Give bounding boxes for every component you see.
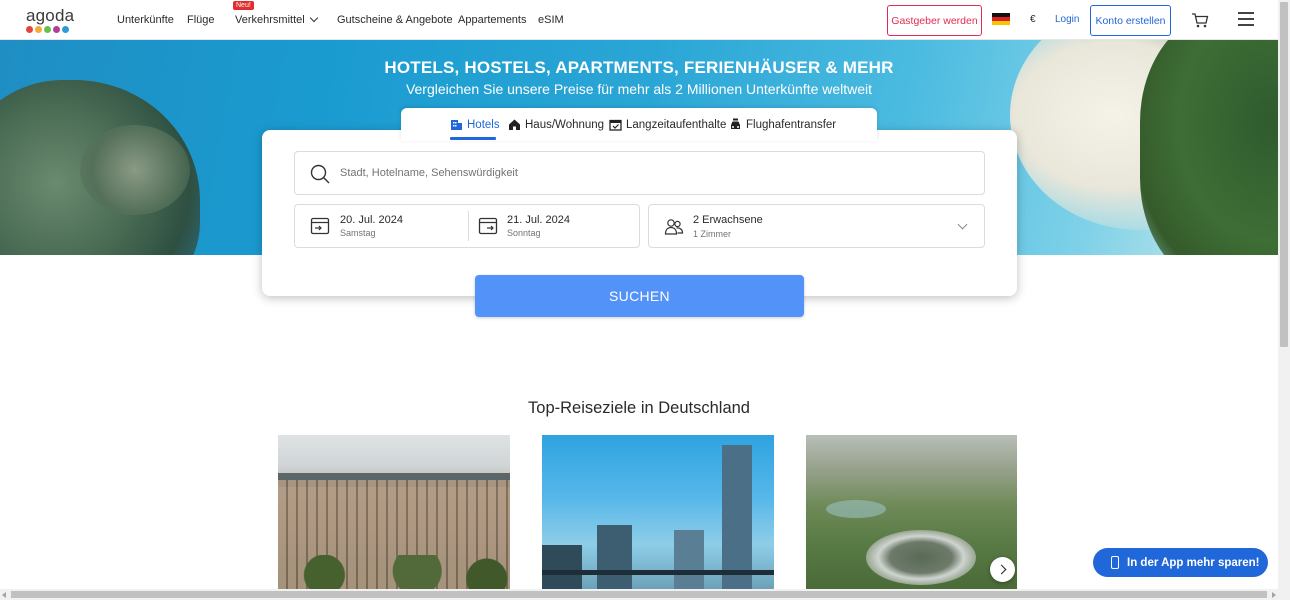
- hotel-icon: [451, 120, 462, 130]
- destination-search-input[interactable]: Stadt, Hotelname, Sehenswürdigkeit: [294, 151, 985, 195]
- chevron-down-icon: [309, 13, 318, 23]
- tab-airport-transfer[interactable]: Flughafentransfer: [729, 118, 836, 131]
- check-out-calendar-icon: [478, 217, 498, 235]
- tab-house[interactable]: Haus/Wohnung: [508, 118, 604, 131]
- app-promo-label: In der App mehr sparen!: [1127, 556, 1260, 569]
- logo-dot: [44, 26, 51, 33]
- chevron-right-icon: [996, 564, 1006, 575]
- new-badge: Neu!: [233, 1, 254, 10]
- carousel-next-button[interactable]: [990, 557, 1015, 582]
- car-icon: [731, 118, 740, 129]
- tab-hotels-label: Hotels: [467, 118, 500, 131]
- search-icon: [310, 164, 330, 184]
- scroll-right-arrow[interactable]: [1272, 592, 1276, 598]
- app-promo-button[interactable]: In der App mehr sparen!: [1093, 548, 1268, 577]
- hamburger-menu-icon[interactable]: [1238, 12, 1254, 26]
- guests-rooms: 1 Zimmer: [693, 229, 731, 239]
- destination-card-frankfurt-image[interactable]: [542, 435, 774, 591]
- guests-adults: 2 Erwachsene: [693, 214, 763, 226]
- logo-text: agoda: [26, 6, 75, 25]
- stadium: [866, 530, 976, 585]
- horizontal-scrollbar[interactable]: [0, 589, 1278, 600]
- calendar-icon: [609, 119, 622, 131]
- check-in-field[interactable]: 20. Jul. 2024 Samstag: [340, 214, 403, 238]
- date-divider: [468, 211, 469, 241]
- check-out-day: Sonntag: [507, 228, 541, 238]
- house-icon: [509, 119, 520, 130]
- hero-subtitle: Vergleichen Sie unsere Preise für mehr a…: [405, 81, 873, 97]
- logo-dot: [35, 26, 42, 33]
- bridge: [542, 570, 774, 575]
- check-out-date: 21. Jul. 2024: [507, 214, 570, 226]
- nav-flights[interactable]: Flüge: [187, 14, 215, 26]
- hero-island-left-rocks: [80, 125, 190, 215]
- top-header: agoda Unterkünfte Flüge Verkehrsmittel N…: [0, 0, 1278, 40]
- skyscraper: [597, 525, 632, 591]
- nav-transport[interactable]: Verkehrsmittel: [235, 13, 318, 26]
- chevron-down-icon: [957, 219, 968, 230]
- logo-dot: [26, 26, 33, 33]
- skyscraper: [542, 545, 582, 591]
- nav-transport-label: Verkehrsmittel: [235, 14, 305, 26]
- logo-dot: [53, 26, 60, 33]
- tab-long-stays-label: Langzeitaufenthalte: [626, 118, 727, 131]
- tab-hotels[interactable]: Hotels: [450, 118, 500, 131]
- vertical-scrollbar[interactable]: [1278, 0, 1290, 600]
- logo-dots: [26, 26, 78, 33]
- lake: [826, 500, 886, 518]
- check-in-date: 20. Jul. 2024: [340, 214, 403, 226]
- tab-house-label: Haus/Wohnung: [525, 118, 605, 131]
- search-placeholder: Stadt, Hotelname, Sehenswürdigkeit: [340, 167, 518, 179]
- destination-card-munich-image[interactable]: [806, 435, 1017, 591]
- nav-accommodations[interactable]: Unterkünfte: [117, 14, 174, 26]
- nav-esim[interactable]: eSIM: [538, 14, 564, 26]
- scroll-left-arrow[interactable]: [2, 592, 6, 598]
- trees: [278, 555, 510, 591]
- search-button[interactable]: SUCHEN: [475, 275, 804, 317]
- page: agoda Unterkünfte Flüge Verkehrsmittel N…: [0, 0, 1290, 600]
- hero-title: HOTELS, HOSTELS, APARTMENTS, FERIENHÄUSE…: [384, 58, 894, 77]
- create-account-button[interactable]: Konto erstellen: [1090, 5, 1171, 36]
- agoda-logo[interactable]: agoda: [26, 7, 78, 35]
- nav-apartments[interactable]: Appartements: [458, 14, 526, 26]
- tab-airport-transfer-label: Flughafentransfer: [746, 118, 837, 131]
- check-in-day: Samstag: [340, 228, 376, 238]
- horizontal-scroll-thumb[interactable]: [11, 591, 1267, 598]
- vertical-scroll-thumb[interactable]: [1280, 2, 1288, 347]
- phone-icon: [1111, 556, 1119, 569]
- top-destinations-title: Top-Reiseziele in Deutschland: [528, 399, 750, 417]
- tab-long-stays[interactable]: Langzeitaufenthalte: [609, 118, 726, 131]
- active-tab-indicator: [450, 137, 496, 140]
- check-in-calendar-icon: [310, 217, 330, 235]
- skyscraper: [674, 530, 704, 591]
- currency-selector[interactable]: €: [1030, 14, 1036, 25]
- logo-dot: [62, 26, 69, 33]
- become-host-button[interactable]: Gastgeber werden: [887, 5, 982, 36]
- german-flag-icon[interactable]: [992, 13, 1010, 25]
- destination-card-berlin-image[interactable]: [278, 435, 510, 591]
- cart-icon[interactable]: [1191, 11, 1209, 29]
- guests-icon: [664, 219, 684, 235]
- login-link[interactable]: Login: [1055, 14, 1079, 25]
- date-picker[interactable]: 20. Jul. 2024 Samstag 21. Jul. 2024 Sonn…: [294, 204, 640, 248]
- guests-selector[interactable]: 2 Erwachsene 1 Zimmer: [648, 204, 985, 248]
- nav-vouchers[interactable]: Gutscheine & Angebote: [337, 14, 453, 26]
- check-out-field[interactable]: 21. Jul. 2024 Sonntag: [507, 214, 570, 238]
